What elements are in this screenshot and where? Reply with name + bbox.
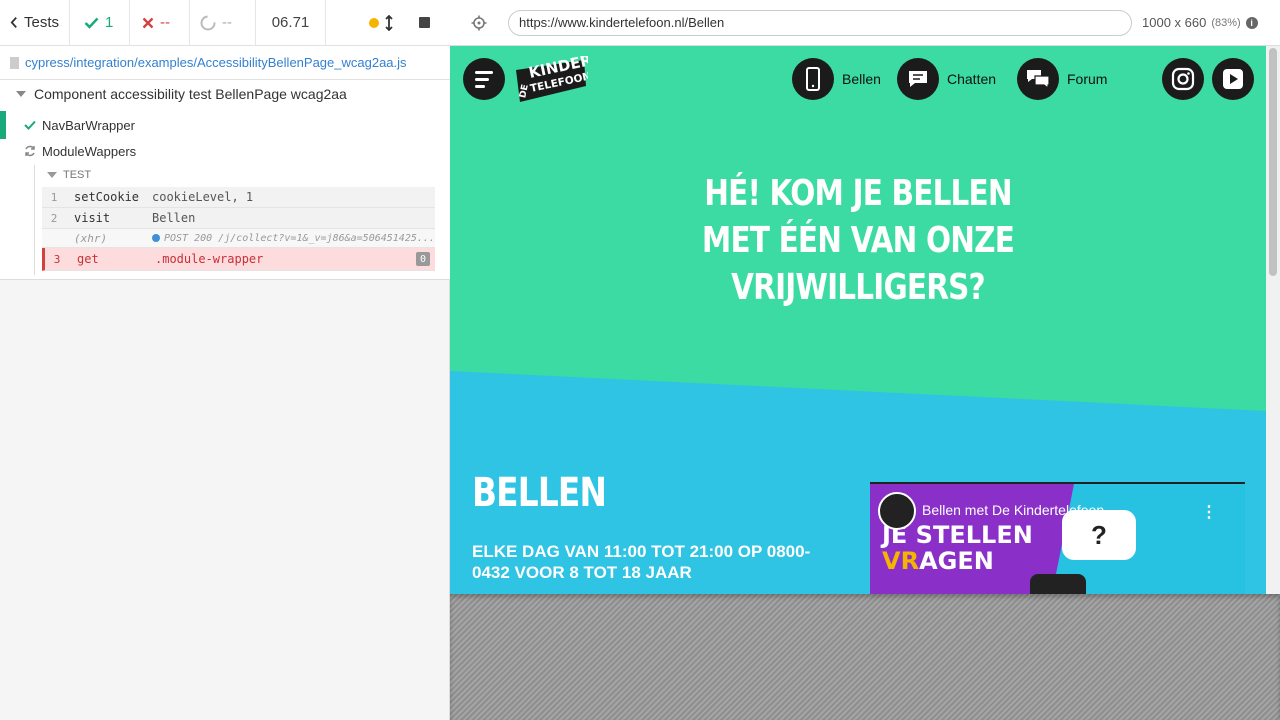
tests-label: Tests bbox=[23, 14, 59, 31]
scroll-arrows-icon bbox=[385, 14, 393, 31]
video-thumb-line2a: VR bbox=[882, 547, 920, 575]
forum-bubbles-icon bbox=[1017, 58, 1059, 100]
duration: 06.71 bbox=[256, 0, 326, 46]
youtube-video-embed[interactable]: JE STELLEN VRAGEN ? Bellen met De Kinder… bbox=[870, 482, 1245, 594]
failed-count[interactable]: -- bbox=[130, 0, 190, 46]
command-message: cookieLevel, 1 bbox=[152, 190, 254, 204]
command-message-wrap: POST 200 /j/collect?v=1&_v=j86&a=5064514… bbox=[152, 233, 435, 244]
viewport-info[interactable]: 1000 x 660 (83%) i bbox=[1142, 15, 1258, 30]
nav-forum-label: Forum bbox=[1067, 71, 1108, 87]
reporter-panel: Tests 1 -- -- 06.71 cypress/integration/… bbox=[0, 0, 450, 720]
video-thumb-line2b: AGEN bbox=[919, 547, 994, 575]
site-navbar: DE KINDER TELEFOON.NL Bellen Chatten For… bbox=[450, 46, 1266, 112]
bellen-subtext: ELKE DAG VAN 11:00 TOT 21:00 OP 0800-043… bbox=[472, 542, 811, 582]
test-section-label: TEST bbox=[63, 169, 92, 181]
kindertelefoon-logo[interactable]: DE KINDER TELEFOON.NL bbox=[514, 56, 588, 104]
xhr-command-row[interactable]: (xhr) POST 200 /j/collect?v=1&_v=j86&a=5… bbox=[42, 229, 435, 248]
menu-line bbox=[475, 84, 485, 88]
refresh-icon bbox=[25, 145, 35, 157]
run-controls bbox=[326, 0, 450, 46]
command-message: POST 200 /j/collect?v=1&_v=j86&a=5064514… bbox=[164, 232, 435, 244]
passed-count[interactable]: 1 bbox=[70, 0, 130, 46]
nav-forum-link[interactable]: Forum bbox=[1017, 58, 1107, 100]
xhr-status-dot-icon bbox=[152, 234, 160, 242]
viewport-size: 1000 x 660 bbox=[1142, 15, 1207, 30]
suite-title: Component accessibility test BellenPage … bbox=[34, 86, 347, 102]
scrollbar-thumb[interactable] bbox=[1269, 48, 1277, 276]
command-name: setCookie bbox=[74, 190, 140, 204]
command-row[interactable]: 1 setCookie cookieLevel, 1 bbox=[42, 187, 435, 208]
test-row-passed[interactable]: NavBarWrapper bbox=[0, 111, 450, 139]
suite-title-row[interactable]: Component accessibility test BellenPage … bbox=[16, 86, 347, 102]
command-number: 2 bbox=[50, 211, 58, 225]
pending-circle-icon bbox=[200, 15, 216, 30]
chat-bubble-icon bbox=[897, 58, 939, 100]
tests-back-button[interactable]: Tests bbox=[0, 0, 70, 46]
command-number: 3 bbox=[53, 252, 61, 266]
video-title[interactable]: Bellen met De Kindertelefoon bbox=[922, 502, 1104, 518]
menu-line bbox=[475, 70, 493, 74]
crosshair-icon bbox=[471, 15, 487, 30]
channel-avatar[interactable] bbox=[878, 492, 916, 530]
element-count-badge: 0 bbox=[416, 252, 430, 266]
spec-path-link[interactable]: cypress/integration/examples/Accessibili… bbox=[0, 46, 450, 80]
app-under-test-frame: DE KINDER TELEFOON.NL Bellen Chatten For… bbox=[450, 46, 1280, 594]
chevron-left-icon bbox=[10, 17, 17, 28]
collapse-triangle-icon bbox=[16, 91, 26, 97]
test-section-header[interactable]: TEST bbox=[47, 169, 91, 181]
command-name: get bbox=[77, 252, 99, 266]
instagram-icon[interactable] bbox=[1162, 58, 1204, 100]
command-name: (xhr) bbox=[74, 231, 108, 245]
command-name: visit bbox=[74, 211, 111, 225]
phone-icon bbox=[792, 58, 834, 100]
command-row[interactable]: 2 visit Bellen bbox=[42, 208, 435, 229]
running-indicator-icon bbox=[369, 17, 379, 28]
stop-icon[interactable] bbox=[419, 17, 430, 28]
nav-chatten-label: Chatten bbox=[947, 71, 997, 87]
runnables-list: Component accessibility test BellenPage … bbox=[0, 80, 450, 280]
video-thumb-text: JE STELLEN VRAGEN bbox=[882, 522, 1033, 574]
collapse-triangle-icon bbox=[47, 172, 57, 178]
selector-playground-button[interactable] bbox=[464, 8, 494, 38]
url-bar[interactable]: https://www.kindertelefoon.nl/Bellen bbox=[508, 9, 1132, 36]
check-icon bbox=[84, 17, 99, 29]
test-title: NavBarWrapper bbox=[42, 117, 135, 133]
command-message: Bellen bbox=[152, 211, 196, 225]
stats-bar: Tests 1 -- -- 06.71 bbox=[0, 0, 450, 46]
hero-title: HÉ! KOM JE BELLEN MET ÉÉN VAN ONZE VRIJW… bbox=[701, 173, 1015, 308]
passed-number: 1 bbox=[105, 14, 114, 31]
play-button-icon[interactable] bbox=[1030, 574, 1086, 594]
aut-empty-area bbox=[450, 594, 1280, 720]
pending-number: -- bbox=[222, 14, 232, 31]
info-icon: i bbox=[1245, 16, 1258, 29]
command-number: 1 bbox=[50, 190, 58, 204]
auto-scroll-toggle[interactable] bbox=[369, 14, 393, 31]
command-message: .module-wrapper bbox=[155, 252, 264, 266]
viewport-zoom: (83%) bbox=[1211, 16, 1241, 29]
nav-bellen-link[interactable]: Bellen bbox=[792, 58, 881, 100]
youtube-icon[interactable] bbox=[1212, 58, 1254, 100]
command-row-failed[interactable]: 3 get .module-wrapper 0 bbox=[42, 248, 435, 271]
failed-number: -- bbox=[160, 14, 170, 31]
nav-bellen-label: Bellen bbox=[842, 71, 881, 87]
aut-header: https://www.kindertelefoon.nl/Bellen 100… bbox=[450, 0, 1280, 46]
bellen-heading: BELLEN bbox=[472, 470, 607, 516]
x-icon bbox=[142, 17, 154, 28]
hamburger-menu-button[interactable] bbox=[463, 58, 505, 100]
nav-chatten-link[interactable]: Chatten bbox=[897, 58, 996, 100]
test-row-running[interactable]: ModuleWappers bbox=[24, 142, 136, 160]
check-icon bbox=[24, 120, 36, 130]
more-vertical-icon[interactable]: ⋮ bbox=[1201, 502, 1217, 522]
command-log: TEST 1 setCookie cookieLevel, 1 2 visit … bbox=[34, 165, 435, 275]
spec-path-text: cypress/integration/examples/Accessibili… bbox=[25, 55, 407, 70]
page-scrollbar[interactable] bbox=[1266, 46, 1280, 594]
pending-count[interactable]: -- bbox=[190, 0, 256, 46]
test-title: ModuleWappers bbox=[42, 143, 137, 159]
passed-state-bar bbox=[0, 111, 6, 139]
file-icon bbox=[10, 56, 19, 69]
menu-line bbox=[475, 77, 489, 81]
